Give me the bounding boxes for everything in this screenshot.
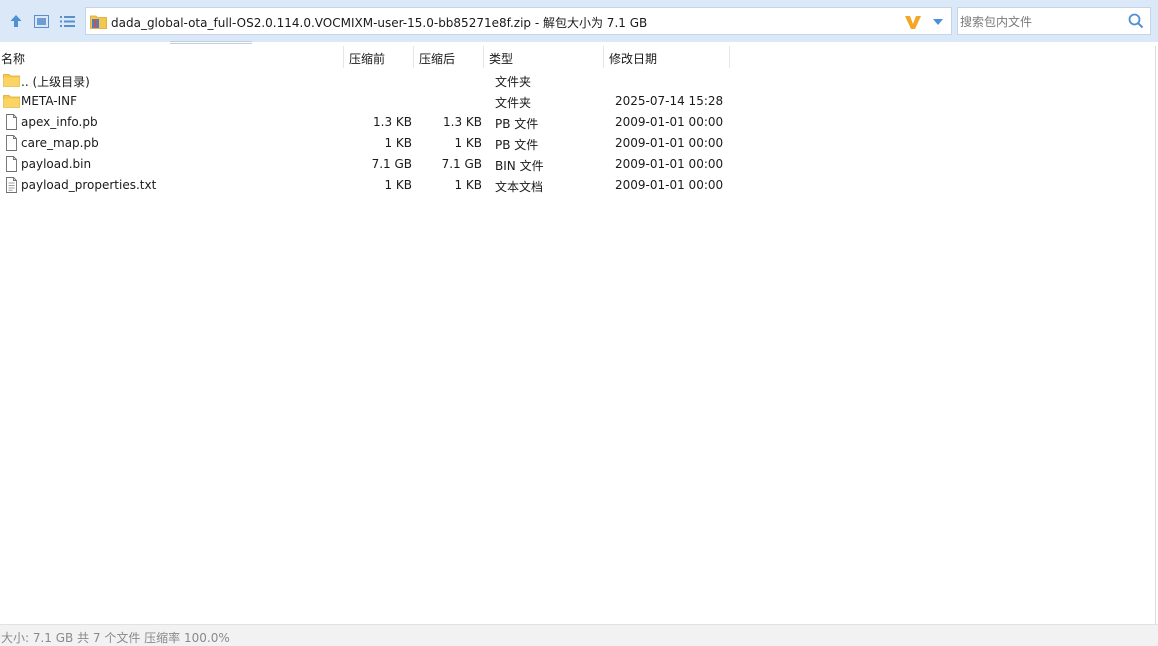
archive-icon — [90, 15, 107, 29]
thumbnail-view-icon[interactable] — [32, 12, 50, 30]
file-packed-size: 7.1 GB — [441, 157, 482, 171]
column-divider[interactable] — [413, 46, 414, 68]
status-text: 大小: 7.1 GB 共 7 个文件 压缩率 100.0% — [1, 631, 230, 645]
file-name: META-INF — [21, 94, 78, 108]
column-header-modified[interactable]: 修改日期 — [609, 50, 657, 67]
file-list: .. (上级目录) 文件夹 META-INF 文件夹 2025-07-14 15… — [0, 70, 730, 196]
column-divider[interactable] — [483, 46, 484, 68]
search-input[interactable] — [960, 13, 1120, 30]
list-view-icon[interactable] — [58, 12, 76, 30]
file-packed-size: 1 KB — [454, 178, 482, 192]
file-size: 1 KB — [384, 136, 412, 150]
address-bar[interactable]: dada_global-ota_full-OS2.0.114.0.VOCMIXM… — [85, 7, 952, 35]
file-size: 1.3 KB — [373, 115, 412, 129]
vertical-scrollbar-edge — [1155, 46, 1156, 624]
file-icon — [6, 135, 17, 151]
file-row-payload-bin[interactable]: payload.bin 7.1 GB 7.1 GB BIN 文件 2009-01… — [0, 154, 730, 175]
file-size: 7.1 GB — [371, 157, 412, 171]
file-type: PB 文件 — [495, 138, 539, 152]
column-header-size[interactable]: 压缩前 — [349, 50, 385, 67]
file-size: 1 KB — [384, 178, 412, 192]
file-type: PB 文件 — [495, 117, 539, 131]
file-name: care_map.pb — [21, 136, 99, 150]
file-name: payload_properties.txt — [21, 178, 157, 192]
file-name: .. (上级目录) — [21, 75, 90, 89]
column-header-name[interactable]: 名称 — [1, 50, 25, 67]
search-icon[interactable] — [1128, 13, 1144, 29]
file-date: 2009-01-01 00:00 — [615, 157, 724, 171]
file-icon — [6, 156, 17, 172]
file-packed-size: 1 KB — [454, 136, 482, 150]
bandizip-v-logo[interactable] — [904, 13, 922, 31]
file-type: 文件夹 — [495, 75, 532, 89]
file-type: 文件夹 — [495, 96, 532, 110]
file-row-care-map[interactable]: care_map.pb 1 KB 1 KB PB 文件 2009-01-01 0… — [0, 133, 730, 154]
column-divider[interactable] — [603, 46, 604, 68]
folder-icon — [3, 95, 20, 108]
column-header-packed[interactable]: 压缩后 — [419, 50, 455, 67]
file-name: apex_info.pb — [21, 115, 98, 129]
file-name: payload.bin — [21, 157, 92, 171]
status-bar: 大小: 7.1 GB 共 7 个文件 压缩率 100.0% — [0, 624, 1158, 646]
folder-up-icon — [3, 74, 20, 87]
file-date: 2025-07-14 15:28 — [615, 94, 724, 108]
file-row-payload-properties[interactable]: payload_properties.txt 1 KB 1 KB 文本文档 20… — [0, 175, 730, 196]
archive-path: dada_global-ota_full-OS2.0.114.0.VOCMIXM… — [111, 16, 648, 30]
file-row-meta-inf[interactable]: META-INF 文件夹 2025-07-14 15:28 — [0, 91, 730, 112]
file-type: BIN 文件 — [495, 159, 544, 173]
file-row-apex-info[interactable]: apex_info.pb 1.3 KB 1.3 KB PB 文件 2009-01… — [0, 112, 730, 133]
file-date: 2009-01-01 00:00 — [615, 178, 724, 192]
file-date: 2009-01-01 00:00 — [615, 115, 724, 129]
file-row-parent[interactable]: .. (上级目录) 文件夹 — [0, 70, 730, 91]
chevron-down-icon[interactable] — [932, 17, 944, 27]
text-file-icon — [6, 177, 17, 193]
column-divider[interactable] — [343, 46, 344, 68]
splitter-grip[interactable] — [170, 41, 252, 44]
search-box — [957, 7, 1151, 35]
file-type: 文本文档 — [495, 180, 544, 194]
column-header-type[interactable]: 类型 — [489, 50, 513, 67]
file-packed-size: 1.3 KB — [443, 115, 482, 129]
column-divider[interactable] — [729, 46, 730, 68]
toolbar: dada_global-ota_full-OS2.0.114.0.VOCMIXM… — [0, 0, 1158, 42]
up-arrow-icon[interactable] — [7, 12, 25, 30]
file-date: 2009-01-01 00:00 — [615, 136, 724, 150]
file-icon — [6, 114, 17, 130]
column-header-row: 名称 压缩前 压缩后 类型 修改日期 — [0, 46, 730, 68]
